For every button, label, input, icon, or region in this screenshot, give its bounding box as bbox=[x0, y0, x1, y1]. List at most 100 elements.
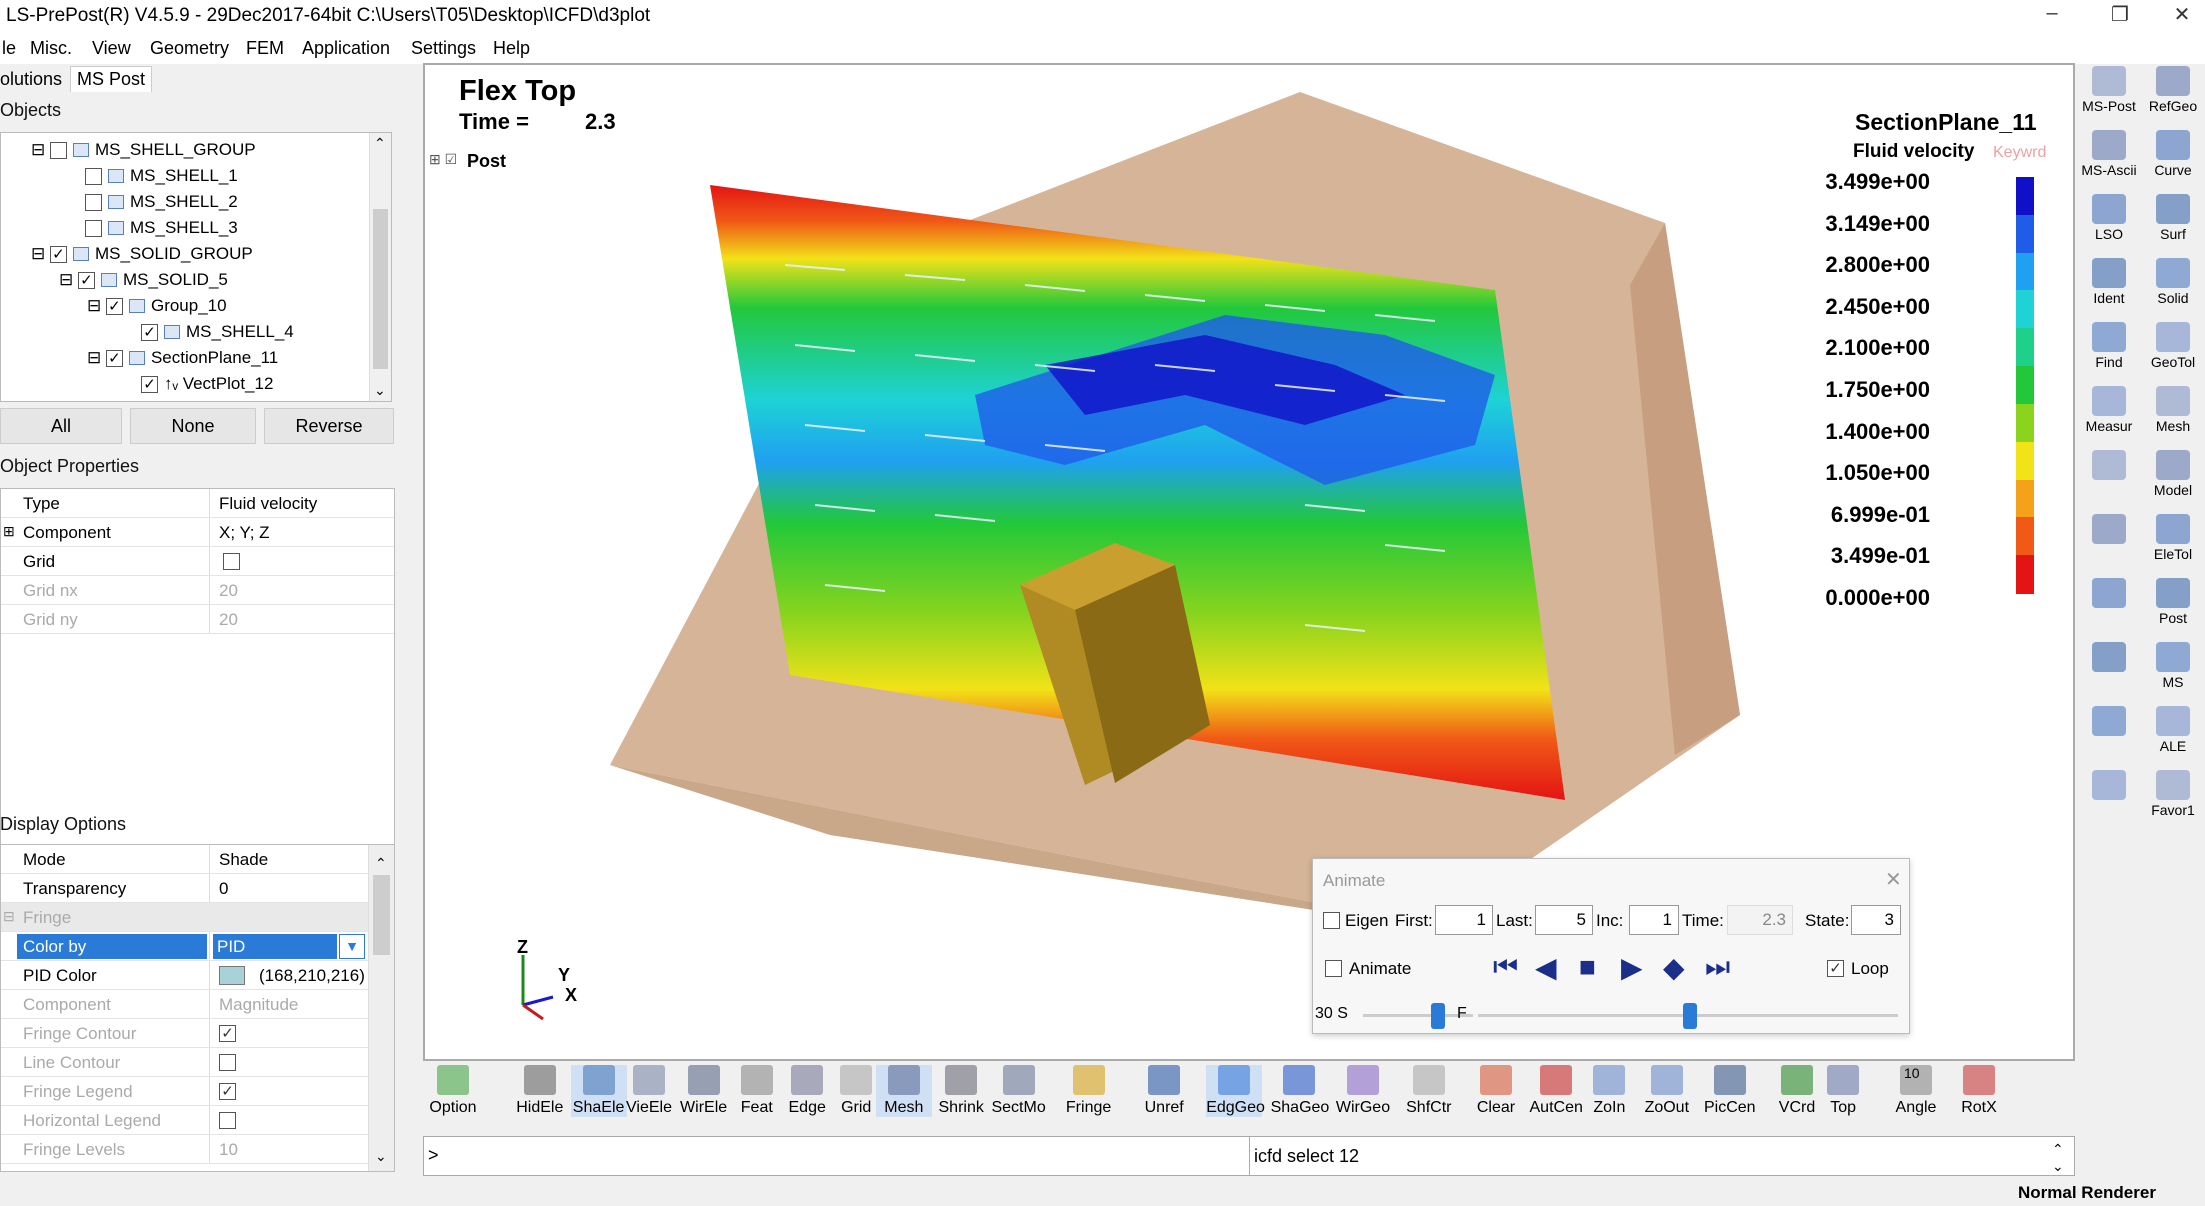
opt-row[interactable]: PID Color (168,210,216) bbox=[1, 961, 394, 990]
prop-row[interactable]: Grid bbox=[1, 547, 394, 576]
command-input[interactable] bbox=[424, 1137, 1250, 1175]
solid-tool-button[interactable]: Solid bbox=[2143, 258, 2203, 306]
scroll-up-icon[interactable]: ⌃ bbox=[374, 135, 386, 152]
opt-row[interactable]: Horizontal Legend bbox=[1, 1106, 394, 1135]
zoout-button[interactable]: ZoOut bbox=[1639, 1065, 1695, 1117]
tool-tool-button[interactable] bbox=[2079, 642, 2139, 674]
tree-checkbox[interactable] bbox=[49, 141, 67, 159]
shfctr-button[interactable]: ShfCtr bbox=[1401, 1065, 1457, 1117]
ale-tool-button[interactable]: ALE bbox=[2143, 706, 2203, 754]
ms-post-tool-button[interactable]: MS-Post bbox=[2079, 66, 2139, 114]
angle-value[interactable]: 10 bbox=[1904, 1065, 1920, 1081]
favor1-tool-button[interactable]: Favor1 bbox=[2143, 770, 2203, 818]
frame-slider-thumb[interactable] bbox=[1683, 1003, 1697, 1029]
fringe-contour-checkbox[interactable]: ✓ bbox=[219, 1025, 236, 1042]
tool-tool-button[interactable] bbox=[2079, 514, 2139, 546]
pid-color-swatch[interactable] bbox=[219, 966, 245, 985]
step-back-icon[interactable]: ◀ bbox=[1535, 951, 1557, 984]
ms-ascii-tool-button[interactable]: MS-Ascii bbox=[2079, 130, 2139, 178]
surf-tool-button[interactable]: Surf bbox=[2143, 194, 2203, 242]
fringe-legend-checkbox[interactable]: ✓ bbox=[219, 1083, 236, 1100]
close-icon[interactable]: ✕ bbox=[1885, 867, 1902, 892]
opt-row[interactable]: Fringe Levels 10 bbox=[1, 1135, 394, 1164]
hidele-button[interactable]: HidEle bbox=[512, 1065, 568, 1117]
close-button[interactable]: ✕ bbox=[2160, 2, 2204, 30]
menu-geometry[interactable]: Geometry bbox=[150, 38, 229, 59]
menu-view[interactable]: View bbox=[92, 38, 131, 59]
wirele-button[interactable]: WirEle bbox=[676, 1065, 732, 1117]
speed-slider-thumb[interactable] bbox=[1431, 1003, 1445, 1029]
state-field[interactable]: 3 bbox=[1851, 905, 1901, 935]
select-none-button[interactable]: None bbox=[130, 408, 256, 444]
measur-tool-button[interactable]: Measur bbox=[2079, 386, 2139, 434]
piccen-button[interactable]: PicCen bbox=[1702, 1065, 1758, 1117]
tree-checkbox[interactable] bbox=[85, 219, 102, 237]
menu-help[interactable]: Help bbox=[493, 38, 530, 59]
top-button[interactable]: Top bbox=[1815, 1065, 1871, 1117]
tool-tool-button[interactable] bbox=[2079, 706, 2139, 738]
opt-row[interactable]: Color by PID ▼ bbox=[1, 932, 394, 961]
inc-field[interactable]: 1 bbox=[1629, 905, 1679, 935]
unref-button[interactable]: Unref bbox=[1136, 1065, 1192, 1117]
select-reverse-button[interactable]: Reverse bbox=[264, 408, 394, 444]
tree-item[interactable]: ⊟ MS_SHELL_GROUP bbox=[31, 137, 256, 163]
curve-tool-button[interactable]: Curve bbox=[2143, 130, 2203, 178]
tree-checkbox[interactable]: ✓ bbox=[105, 297, 123, 315]
first-field[interactable]: 1 bbox=[1435, 905, 1493, 935]
tree-item[interactable]: ✓ MS_SHELL_4 bbox=[141, 319, 294, 345]
model-tool-button[interactable]: Model bbox=[2143, 450, 2203, 498]
tree-item[interactable]: ⊟ ✓ Group_10 bbox=[87, 293, 227, 319]
shrink-button[interactable]: Shrink bbox=[933, 1065, 989, 1117]
refgeo-tool-button[interactable]: RefGeo bbox=[2143, 66, 2203, 114]
tree-checkbox[interactable]: ✓ bbox=[105, 349, 123, 367]
ms-tool-button[interactable]: MS bbox=[2143, 642, 2203, 690]
opt-row[interactable]: Transparency 0 bbox=[1, 874, 394, 903]
vieele-button[interactable]: VieEle bbox=[621, 1065, 677, 1117]
grid-checkbox[interactable] bbox=[223, 553, 240, 570]
tool-tool-button[interactable] bbox=[2079, 450, 2139, 482]
eigen-checkbox[interactable] bbox=[1323, 912, 1340, 929]
shaele-button[interactable]: ShaEle bbox=[570, 1065, 627, 1117]
edggeo-button[interactable]: EdgGeo bbox=[1206, 1065, 1265, 1117]
menu-file[interactable]: le bbox=[2, 38, 16, 59]
find-tool-button[interactable]: Find bbox=[2079, 322, 2139, 370]
select-all-button[interactable]: All bbox=[0, 408, 122, 444]
opt-row[interactable]: Fringe Legend ✓ bbox=[1, 1077, 394, 1106]
post-tool-button[interactable]: Post bbox=[2143, 578, 2203, 626]
tree-checkbox[interactable]: ✓ bbox=[141, 375, 158, 393]
wirgeo-button[interactable]: WirGeo bbox=[1335, 1065, 1391, 1117]
tool-tool-button[interactable] bbox=[2079, 578, 2139, 610]
prop-row[interactable]: ⊞ Component X; Y; Z bbox=[1, 518, 394, 547]
zoin-button[interactable]: ZoIn bbox=[1581, 1065, 1637, 1117]
color-by-select[interactable]: PID bbox=[213, 934, 337, 959]
clear-button[interactable]: Clear bbox=[1468, 1065, 1524, 1117]
horizontal-legend-checkbox[interactable] bbox=[219, 1112, 236, 1129]
play-icon[interactable]: ▶ bbox=[1621, 951, 1643, 984]
tree-checkbox[interactable]: ✓ bbox=[49, 245, 67, 263]
tree-item[interactable]: MS_SHELL_1 bbox=[85, 163, 238, 189]
tree-checkbox[interactable] bbox=[85, 193, 102, 211]
tree-item[interactable]: MS_SHELL_3 bbox=[85, 215, 238, 241]
tab-solutions[interactable]: olutions bbox=[0, 69, 62, 90]
first-frame-icon[interactable]: ⏮ bbox=[1493, 951, 1518, 984]
line-contour-checkbox[interactable] bbox=[219, 1054, 236, 1071]
scroll-down-icon[interactable]: ⌄ bbox=[374, 382, 386, 399]
opt-row[interactable]: Fringe Contour ✓ bbox=[1, 1019, 394, 1048]
fringe-button[interactable]: Fringe bbox=[1061, 1065, 1117, 1117]
autcen-button[interactable]: AutCen bbox=[1528, 1065, 1584, 1117]
minimize-button[interactable]: – bbox=[2030, 2, 2074, 30]
menu-fem[interactable]: FEM bbox=[246, 38, 284, 59]
last-frame-icon[interactable]: ⏭ bbox=[1705, 951, 1730, 984]
dropdown-arrow-icon[interactable]: ▼ bbox=[339, 934, 365, 959]
tree-item[interactable]: ⊟ ✓ MS_SOLID_GROUP bbox=[31, 241, 253, 267]
feat-button[interactable]: Feat bbox=[729, 1065, 785, 1117]
opt-row[interactable]: Mode Shade bbox=[1, 845, 394, 874]
eletol-tool-button[interactable]: EleTol bbox=[2143, 514, 2203, 562]
opt-row[interactable]: ⊟ Fringe bbox=[1, 903, 394, 932]
prop-row[interactable]: Type Fluid velocity bbox=[1, 489, 394, 518]
tree-checkbox[interactable]: ✓ bbox=[77, 271, 95, 289]
tool-tool-button[interactable] bbox=[2079, 770, 2139, 802]
tree-scrollbar[interactable]: ⌃ ⌄ bbox=[369, 133, 391, 401]
menu-misc[interactable]: Misc. bbox=[30, 38, 72, 59]
tree-item[interactable]: ✓ ↑ᵥ VectPlot_12 bbox=[141, 371, 273, 397]
